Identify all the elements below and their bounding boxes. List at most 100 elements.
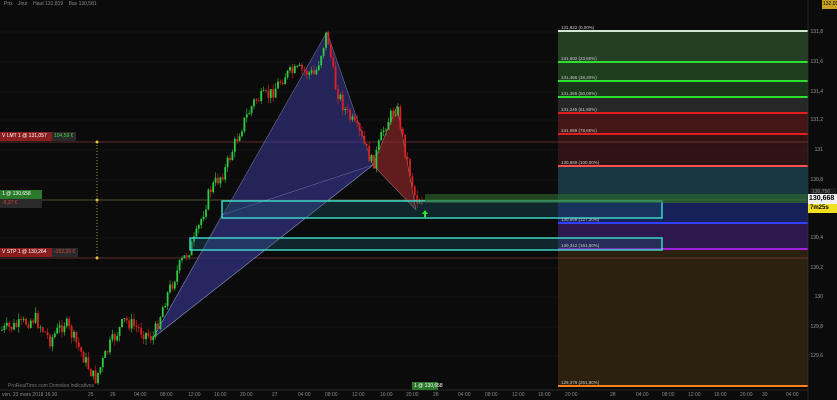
entry-marker-tag[interactable]: 1 @ 130,658 (412, 382, 443, 390)
candle-body (277, 81, 279, 89)
candle-body (224, 167, 227, 180)
candle-body (73, 331, 75, 338)
candle-body (183, 255, 186, 259)
last-price-label: 130,668 (808, 194, 837, 204)
limit-order-tag[interactable]: V LMT 1 @ 131,057 (0, 132, 52, 141)
candle-body (387, 121, 390, 130)
candle-body (49, 335, 51, 347)
candle-body (200, 219, 203, 226)
candle-body (41, 327, 44, 332)
candle-body (202, 216, 205, 220)
candle-body (315, 69, 318, 75)
time-tick: 12:00 (688, 392, 701, 398)
time-tick: 26 (110, 392, 116, 398)
candle-body (317, 65, 320, 70)
time-tick: 04:00 (458, 392, 471, 398)
time-tick: 08:00 (325, 392, 338, 398)
candle-body (214, 177, 217, 183)
candle-body (94, 370, 97, 384)
price-chart[interactable] (0, 0, 837, 400)
candle-body (382, 130, 385, 132)
price-tick: 129,6 (810, 353, 823, 359)
price-tick: 129,8 (810, 324, 823, 330)
candle-body (399, 106, 402, 129)
candle-body (269, 89, 272, 98)
fib-label: 131,089 (78,60%) (561, 128, 597, 133)
candle-body (125, 318, 128, 321)
candle-body (262, 90, 265, 91)
stop-order-value: -152,39 € (52, 248, 78, 257)
candle-body (267, 90, 270, 98)
candle-body (281, 82, 284, 85)
candle-body (113, 334, 116, 341)
candle-body (349, 109, 351, 120)
candle-body (39, 327, 42, 329)
candle-body (325, 32, 327, 48)
candle-body (87, 357, 90, 370)
candle-body (166, 292, 169, 306)
time-tick: 16:00 (714, 392, 727, 398)
time-tick: ven. 23 mars 2018 16:30 (2, 392, 58, 398)
candle-body (20, 319, 23, 320)
candle-body (152, 336, 155, 341)
candle-body (128, 320, 131, 329)
candle-body (293, 65, 296, 73)
candle-body (185, 255, 188, 258)
candle-body (99, 367, 102, 373)
candle-body (217, 177, 219, 184)
candle-body (145, 332, 147, 340)
price-tick: 130,4 (810, 235, 823, 241)
fib-label: 130,312 (161,80%) (561, 243, 600, 248)
candle-body (13, 322, 15, 330)
candle-body (339, 94, 342, 100)
time-tick: 25 (88, 392, 94, 398)
candle-body (58, 325, 61, 328)
candle-body (135, 325, 138, 328)
candle-body (373, 155, 375, 169)
candle-body (409, 159, 411, 177)
candle-body (377, 140, 380, 150)
candle-body (37, 312, 39, 328)
time-tick: 12:00 (352, 392, 365, 398)
candle-body (245, 114, 248, 118)
candle-body (137, 327, 140, 329)
candle-body (106, 351, 109, 353)
stop-order-tag[interactable]: V STP 1 @ 130,264 (0, 248, 52, 257)
candle-body (353, 116, 356, 121)
candle-body (63, 326, 66, 333)
time-tick: 12:00 (512, 392, 525, 398)
high-label: Haut 131,819 (33, 1, 64, 7)
candle-body (22, 318, 25, 320)
candle-body (313, 70, 315, 75)
candle-body (219, 177, 222, 184)
position-tag[interactable]: 1 @ 130,658 (0, 190, 42, 199)
candle-body (397, 106, 399, 115)
candle-body (3, 325, 6, 330)
candle-body (413, 186, 416, 196)
candle-body (329, 44, 332, 58)
candle-body (178, 260, 181, 271)
time-tick: 08:00 (485, 392, 498, 398)
axis-max-label: 132,018 (822, 0, 837, 9)
time-tick: 04:00 (134, 392, 147, 398)
price-tick: 131,2 (810, 117, 823, 123)
candle-body (272, 89, 275, 98)
candle-countdown: 7m25s (808, 204, 837, 213)
candle-body (250, 106, 253, 114)
candle-body (380, 131, 383, 141)
candle-body (233, 138, 236, 152)
instrument-label: Prix (4, 1, 13, 7)
time-tick: 12:00 (188, 392, 201, 398)
fib-label: 131,245 (61,80%) (561, 107, 597, 112)
candle-body (82, 351, 85, 363)
candle-body (92, 370, 95, 377)
candle-body (406, 157, 409, 160)
candle-body (229, 157, 231, 161)
chart-header: Prix Jour Haut 131,819 Bas 130,581 (0, 0, 837, 8)
fib-label: 131,822 (0,00%) (561, 25, 595, 30)
candle-body (289, 67, 291, 71)
candle-body (176, 270, 179, 282)
candle-body (257, 100, 260, 102)
candle-body (303, 69, 306, 71)
candle-body (17, 319, 20, 327)
